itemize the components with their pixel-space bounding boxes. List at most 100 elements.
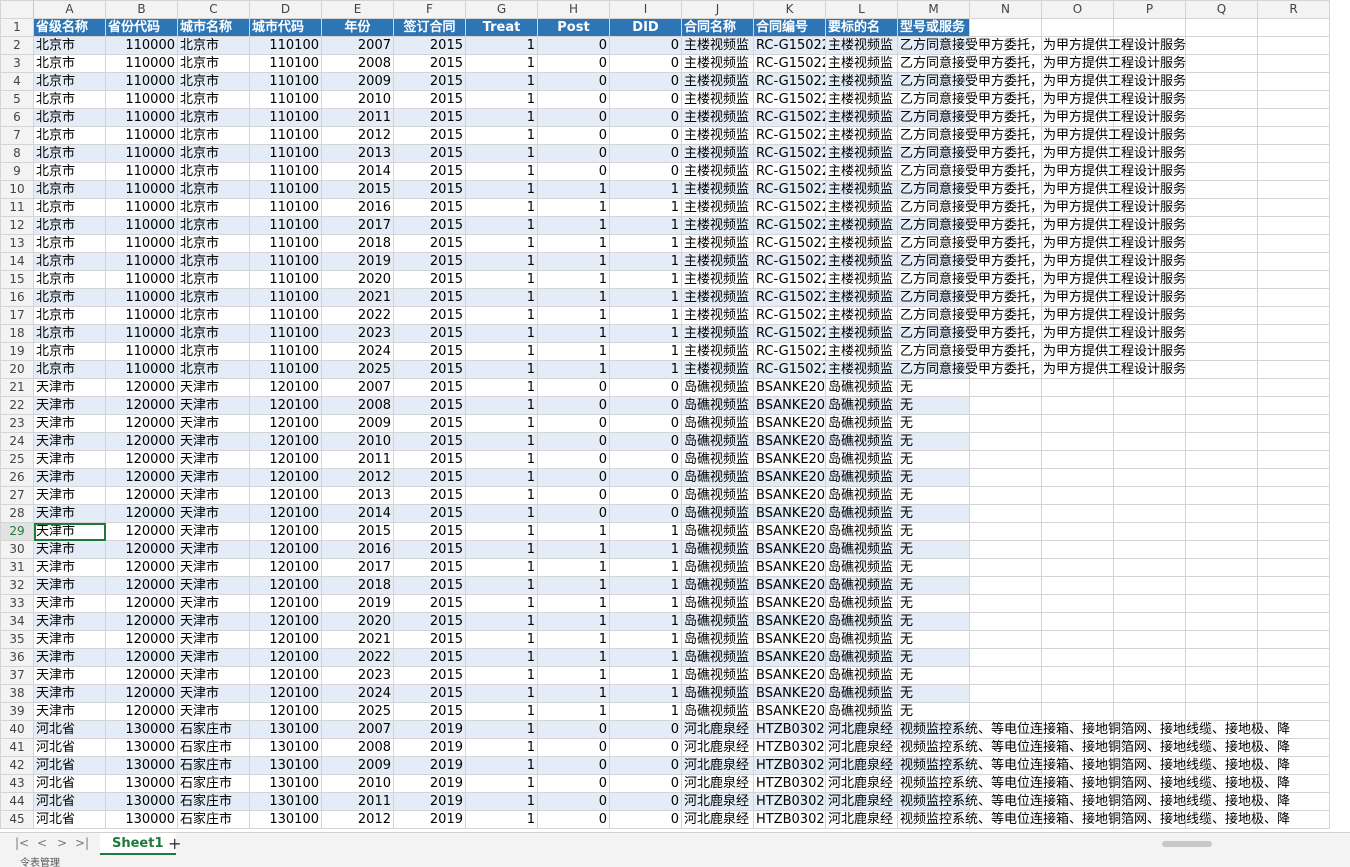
cell-province[interactable]: 北京市 xyxy=(33,306,106,325)
cell-province-code[interactable]: 120000 xyxy=(105,414,178,433)
cell-treat[interactable]: 1 xyxy=(465,702,538,721)
cell-did[interactable]: 0 xyxy=(609,792,682,811)
cell-did[interactable]: 1 xyxy=(609,702,682,721)
cell-sign-year[interactable]: 2015 xyxy=(393,180,466,199)
cell-city[interactable]: 北京市 xyxy=(177,324,250,343)
cell[interactable] xyxy=(1257,360,1330,379)
cell[interactable] xyxy=(1257,180,1330,199)
cell-spec[interactable]: 无 xyxy=(897,630,970,649)
cell-province-code[interactable]: 120000 xyxy=(105,540,178,559)
cell-treat[interactable]: 1 xyxy=(465,252,538,271)
cell[interactable] xyxy=(1041,558,1114,577)
cell-province-code[interactable]: 110000 xyxy=(105,288,178,307)
cell-treat[interactable]: 1 xyxy=(465,666,538,685)
cell-city[interactable]: 北京市 xyxy=(177,342,250,361)
cell-contract-name[interactable]: 河北鹿泉经 xyxy=(681,810,754,829)
row-header[interactable]: 9 xyxy=(0,162,34,181)
row-header[interactable]: 14 xyxy=(0,252,34,271)
cell[interactable] xyxy=(1113,558,1186,577)
cell-spec[interactable]: 视频监控系统、等电位连接箱、接地铜箔网、接地线缆、接地极、降 xyxy=(897,774,1290,793)
cell-spec[interactable]: 视频监控系统、等电位连接箱、接地铜箔网、接地线缆、接地极、降 xyxy=(897,720,1290,739)
cell-city[interactable]: 北京市 xyxy=(177,198,250,217)
cell-object-name[interactable]: 岛礁视频监 xyxy=(825,396,898,415)
cell-city[interactable]: 天津市 xyxy=(177,702,250,721)
cell-year[interactable]: 2020 xyxy=(321,612,394,631)
cell-sign-year[interactable]: 2015 xyxy=(393,270,466,289)
cell-contract-code[interactable]: BSANKE201 xyxy=(753,594,826,613)
cell-contract-code[interactable]: BSANKE201 xyxy=(753,612,826,631)
cell-city[interactable]: 北京市 xyxy=(177,306,250,325)
column-header[interactable]: P xyxy=(1113,0,1186,19)
cell-did[interactable]: 0 xyxy=(609,774,682,793)
cell-object-name[interactable]: 主楼视频监 xyxy=(825,306,898,325)
cell-province[interactable]: 天津市 xyxy=(33,594,106,613)
cell[interactable] xyxy=(1113,18,1186,37)
cell-city[interactable]: 天津市 xyxy=(177,450,250,469)
header-cell[interactable]: 合同名称 xyxy=(681,18,754,37)
cell[interactable] xyxy=(1257,432,1330,451)
cell-city[interactable]: 天津市 xyxy=(177,378,250,397)
cell-treat[interactable]: 1 xyxy=(465,594,538,613)
cell-object-name[interactable]: 河北鹿泉经 xyxy=(825,810,898,829)
cell[interactable] xyxy=(969,468,1042,487)
cell-province-code[interactable]: 110000 xyxy=(105,270,178,289)
cell-treat[interactable]: 1 xyxy=(465,396,538,415)
cell-contract-name[interactable]: 岛礁视频监 xyxy=(681,558,754,577)
cell-post[interactable]: 1 xyxy=(537,288,610,307)
cell[interactable] xyxy=(1257,252,1330,271)
cell[interactable] xyxy=(1041,432,1114,451)
cell-contract-name[interactable]: 主楼视频监 xyxy=(681,54,754,73)
cell[interactable] xyxy=(969,666,1042,685)
cell-province[interactable]: 河北省 xyxy=(33,720,106,739)
cell[interactable] xyxy=(1257,306,1330,325)
cell-province-code[interactable]: 130000 xyxy=(105,756,178,775)
cell[interactable] xyxy=(969,450,1042,469)
cell-contract-name[interactable]: 主楼视频监 xyxy=(681,108,754,127)
cell-spec[interactable]: 乙方同意接受甲方委托，为甲方提供工程设计服务 xyxy=(897,252,1186,271)
cell-contract-name[interactable]: 主楼视频监 xyxy=(681,180,754,199)
cell-contract-name[interactable]: 主楼视频监 xyxy=(681,216,754,235)
cell-object-name[interactable]: 主楼视频监 xyxy=(825,108,898,127)
cell-city[interactable]: 北京市 xyxy=(177,72,250,91)
cell-sign-year[interactable]: 2015 xyxy=(393,558,466,577)
cell-province-code[interactable]: 110000 xyxy=(105,198,178,217)
cell-object-name[interactable]: 河北鹿泉经 xyxy=(825,756,898,775)
column-header[interactable]: K xyxy=(753,0,826,19)
cell-object-name[interactable]: 岛礁视频监 xyxy=(825,522,898,541)
cell-did[interactable]: 1 xyxy=(609,252,682,271)
cell-contract-code[interactable]: BSANKE201 xyxy=(753,684,826,703)
cell-post[interactable]: 0 xyxy=(537,90,610,109)
cell-city[interactable]: 天津市 xyxy=(177,594,250,613)
cell-object-name[interactable]: 岛礁视频监 xyxy=(825,432,898,451)
cell[interactable] xyxy=(1185,702,1258,721)
cell-province[interactable]: 北京市 xyxy=(33,216,106,235)
cell-spec[interactable]: 无 xyxy=(897,684,970,703)
row-header[interactable]: 41 xyxy=(0,738,34,757)
cell-city-code[interactable]: 120100 xyxy=(249,450,322,469)
cell[interactable] xyxy=(1185,54,1258,73)
cell[interactable] xyxy=(1113,450,1186,469)
cell-year[interactable]: 2017 xyxy=(321,216,394,235)
cell-year[interactable]: 2025 xyxy=(321,360,394,379)
cell[interactable] xyxy=(1185,270,1258,289)
cell-spec[interactable]: 乙方同意接受甲方委托，为甲方提供工程设计服务 xyxy=(897,144,1186,163)
cell-year[interactable]: 2008 xyxy=(321,54,394,73)
cell-spec[interactable]: 无 xyxy=(897,648,970,667)
cell[interactable] xyxy=(1185,198,1258,217)
cell-province[interactable]: 北京市 xyxy=(33,180,106,199)
cell-contract-code[interactable]: RC-G15022 xyxy=(753,144,826,163)
cell-contract-code[interactable]: RC-G15022 xyxy=(753,90,826,109)
cell[interactable] xyxy=(1257,558,1330,577)
cell-contract-code[interactable]: HTZB03022 xyxy=(753,720,826,739)
cell-year[interactable]: 2022 xyxy=(321,306,394,325)
cell-treat[interactable]: 1 xyxy=(465,648,538,667)
cell-did[interactable]: 1 xyxy=(609,360,682,379)
cell-province[interactable]: 北京市 xyxy=(33,90,106,109)
cell-year[interactable]: 2024 xyxy=(321,342,394,361)
last-sheet-icon[interactable]: >| xyxy=(74,836,90,850)
cell[interactable] xyxy=(1185,216,1258,235)
cell-city[interactable]: 北京市 xyxy=(177,360,250,379)
cell-contract-name[interactable]: 河北鹿泉经 xyxy=(681,720,754,739)
cell-spec[interactable]: 乙方同意接受甲方委托，为甲方提供工程设计服务 xyxy=(897,324,1186,343)
cell-contract-code[interactable]: BSANKE201 xyxy=(753,450,826,469)
